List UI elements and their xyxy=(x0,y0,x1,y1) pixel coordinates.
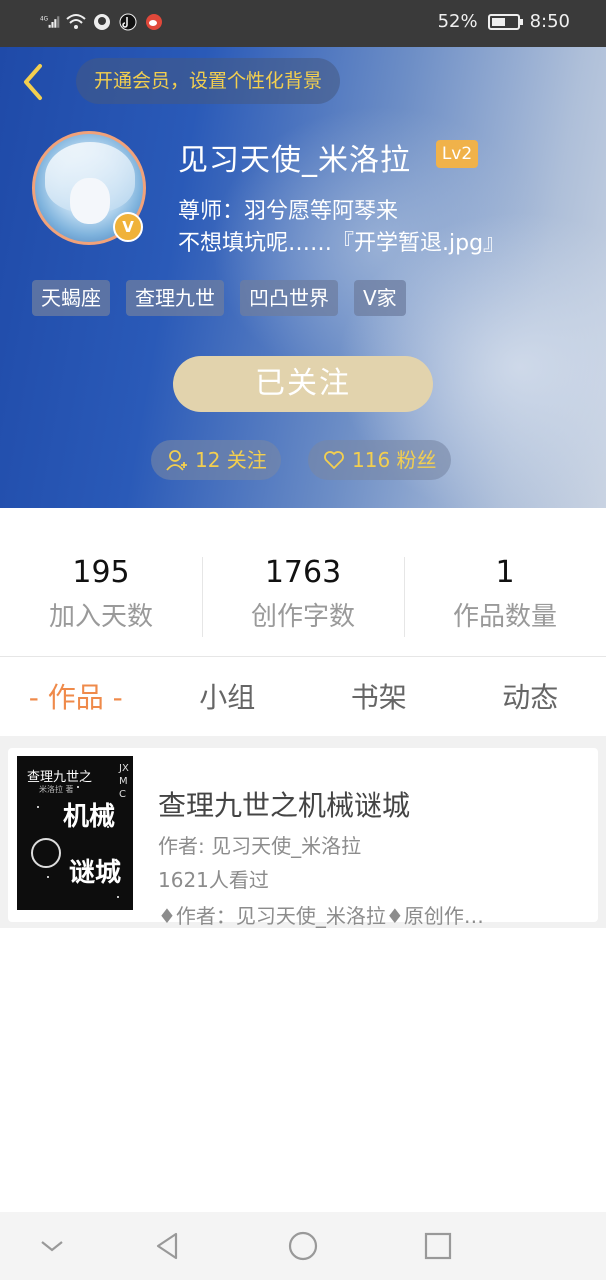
stat-value: 1763 xyxy=(264,555,342,590)
fans-label: 116 粉丝 xyxy=(352,448,437,472)
tab-works[interactable]: - 作品 - xyxy=(0,660,152,736)
book-cover[interactable]: 查理九世之 米洛拉 著 机械 谜城 JXMC xyxy=(17,756,133,910)
tag-item[interactable]: V家 xyxy=(354,280,406,316)
profile-stats: 195 加入天数 1763 创作字数 1 作品数量 xyxy=(0,553,606,641)
app-notification-icon xyxy=(92,12,112,32)
vip-background-promo[interactable]: 开通会员，设置个性化背景 xyxy=(76,58,341,104)
following-count[interactable]: 12 关注 xyxy=(151,440,281,480)
tag-item[interactable]: 凹凸世界 xyxy=(240,280,338,316)
stat-word-count: 1763 创作字数 xyxy=(202,553,404,641)
cover-title-line1: 机械 xyxy=(63,802,116,832)
signal-icon: 4G xyxy=(40,12,60,32)
fans-count[interactable]: 116 粉丝 xyxy=(308,440,451,480)
tag-item[interactable]: 天蝎座 xyxy=(32,280,110,316)
stat-value: 195 xyxy=(72,555,130,590)
follow-button[interactable]: 已关注 xyxy=(173,356,433,412)
bio-text: 不想填坑呢……『开学暂退.jpg』 xyxy=(178,231,506,256)
stat-label: 创作字数 xyxy=(250,602,355,632)
collapse-button[interactable] xyxy=(36,1230,68,1262)
stat-value: 1 xyxy=(495,555,515,590)
username: 见习天使_米洛拉 xyxy=(178,143,411,178)
work-views: 1621人看过 xyxy=(158,868,269,892)
work-author: 作者: 见习天使_米洛拉 xyxy=(158,834,362,858)
stat-label: 加入天数 xyxy=(48,602,153,632)
cover-side-text: JXMC xyxy=(119,763,129,800)
status-icons-left: 4G xyxy=(40,12,164,32)
nav-recents-button[interactable] xyxy=(422,1230,454,1262)
tab-activity[interactable]: 动态 xyxy=(455,660,606,736)
status-icons-right: 52% 8:50 xyxy=(438,11,570,32)
battery-percent: 52% xyxy=(437,11,478,32)
stat-label: 作品数量 xyxy=(452,602,557,632)
back-button[interactable] xyxy=(18,62,48,102)
mentor-text: 尊师：羽兮愿等阿琴来 xyxy=(178,199,399,224)
stat-works-count: 1 作品数量 xyxy=(404,553,606,641)
works-list: 查理九世之 米洛拉 著 机械 谜城 JXMC 查理九世之机械谜城 作者: 见习天… xyxy=(0,736,606,928)
tag-list: 天蝎座 查理九世 凹凸世界 V家 xyxy=(32,280,406,316)
recents-square-icon xyxy=(424,1232,452,1260)
work-title[interactable]: 查理九世之机械谜城 xyxy=(158,784,410,824)
tab-groups[interactable]: 小组 xyxy=(152,660,304,736)
nav-back-button[interactable] xyxy=(152,1230,184,1262)
profile-tabs: - 作品 - 小组 书架 动态 xyxy=(0,660,606,736)
tab-bookshelf[interactable]: 书架 xyxy=(303,660,455,736)
following-label: 12 关注 xyxy=(195,448,267,472)
cover-author: 米洛拉 著 xyxy=(39,785,74,794)
planet-icon xyxy=(31,838,61,868)
triangle-back-icon xyxy=(156,1232,178,1260)
system-nav-bar xyxy=(0,1212,606,1280)
stat-join-days: 195 加入天数 xyxy=(0,553,202,641)
battery-icon xyxy=(487,13,523,30)
level-badge: Lv2 xyxy=(436,140,478,168)
wifi-icon xyxy=(66,12,86,32)
work-description: ♦作者：见习天使_米洛拉♦原创作… xyxy=(158,904,484,928)
divider xyxy=(0,656,606,657)
chevron-down-icon xyxy=(41,1241,63,1252)
tag-item[interactable]: 查理九世 xyxy=(126,280,224,316)
heart-icon xyxy=(324,451,344,469)
cover-title-line2: 谜城 xyxy=(69,858,122,888)
verified-badge: V xyxy=(113,212,143,242)
cover-series: 查理九世之 xyxy=(27,770,93,785)
profile-header: 开通会员，设置个性化背景 V 见习天使_米洛拉 Lv2 尊师：羽兮愿等阿琴来 不… xyxy=(0,47,606,508)
clock: 8:50 xyxy=(529,11,570,32)
status-bar: 4G 52% 8:50 xyxy=(0,0,606,47)
add-user-icon xyxy=(166,450,187,471)
nav-home-button[interactable] xyxy=(287,1230,319,1262)
weibo-icon xyxy=(144,12,164,32)
tiktok-icon xyxy=(118,12,138,32)
list-item[interactable]: 查理九世之 米洛拉 著 机械 谜城 JXMC 查理九世之机械谜城 作者: 见习天… xyxy=(8,748,598,928)
svg-text:4G: 4G xyxy=(40,17,48,23)
chevron-left-icon xyxy=(24,64,42,100)
home-circle-icon xyxy=(288,1231,318,1261)
